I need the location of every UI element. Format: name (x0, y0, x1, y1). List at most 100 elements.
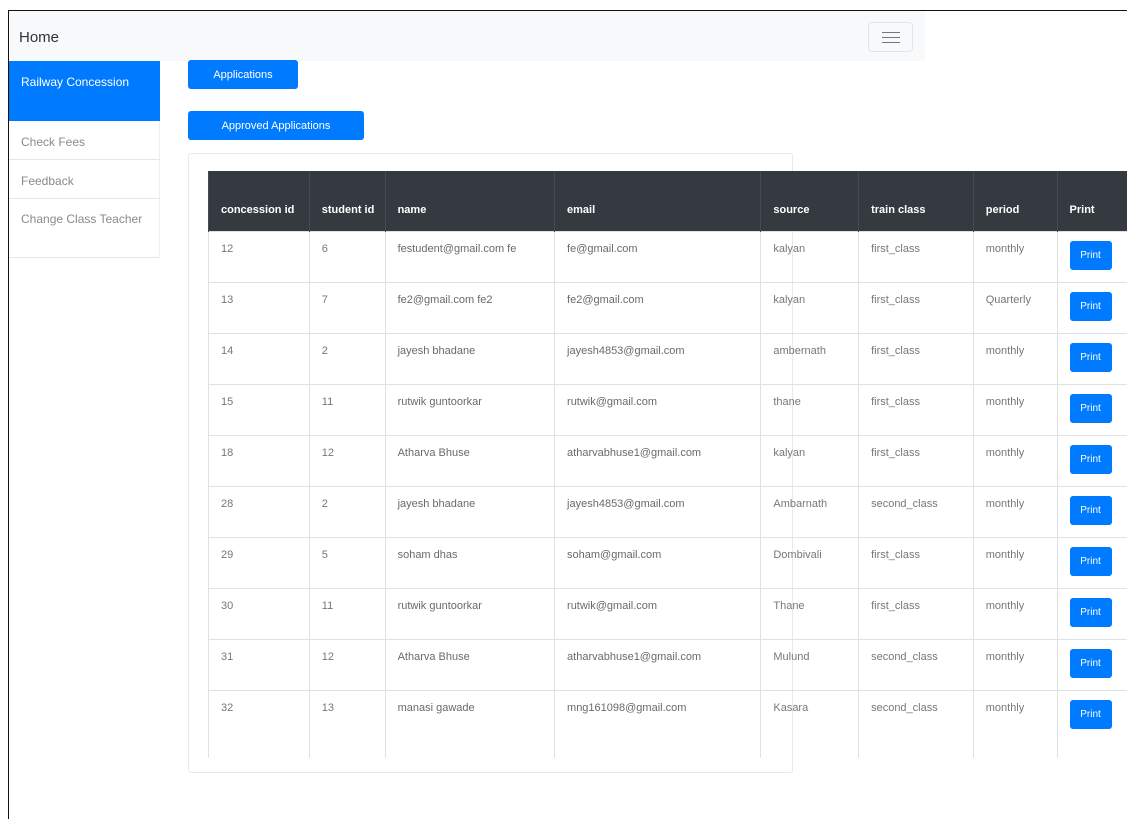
print-button[interactable]: Print (1069, 648, 1112, 678)
cell-source: Dombivali (760, 536, 859, 588)
cell-source: Kasara (760, 689, 859, 758)
cell-name: festudent@gmail.com fe (384, 230, 555, 282)
cell-print: Print (1056, 485, 1127, 537)
sidebar-item-check-fees[interactable]: Check Fees (9, 121, 160, 160)
table-row: 31 12 Atharva Bhuse atharvabhuse1@gmail.com… (208, 638, 1127, 690)
cell-student-id: 12 (308, 638, 386, 690)
print-button[interactable]: Print (1069, 444, 1112, 474)
cell-period: monthly (972, 383, 1058, 435)
cell-concession-id: 29 (208, 536, 310, 588)
cell-concession-id: 31 (208, 638, 310, 690)
cell-email: soham@gmail.com (554, 536, 761, 588)
cell-concession-id: 28 (208, 485, 310, 537)
print-button[interactable]: Print (1069, 393, 1112, 423)
cell-concession-id: 15 (208, 383, 310, 435)
sidebar-item-railway-concession[interactable]: Railway Concession (9, 61, 160, 121)
cell-source: ambernath (760, 332, 859, 384)
cell-train-class: first_class (858, 230, 974, 282)
cell-email: fe2@gmail.com (554, 281, 761, 333)
cell-source: thane (760, 383, 859, 435)
cell-name: rutwik guntoorkar (384, 587, 555, 639)
table-row: 28 2 jayesh bhadane jayesh4853@gmail.com Amb… (208, 485, 1127, 537)
cell-email: atharvabhuse1@gmail.com (554, 434, 761, 486)
approved-applications-button[interactable]: Approved Applications (188, 111, 364, 140)
cell-source: kalyan (760, 434, 859, 486)
cell-name: Atharva Bhuse (384, 638, 555, 690)
print-button[interactable]: Print (1069, 597, 1112, 627)
cell-print: Print (1056, 230, 1127, 282)
top-navbar: Home (9, 11, 925, 61)
cell-print: Print (1056, 332, 1127, 384)
col-header-concession-id: concession id (208, 171, 310, 231)
sidebar: Railway Concession Check Fees Feedback C… (9, 61, 160, 258)
cell-train-class: second_class (858, 638, 974, 690)
cell-period: monthly (972, 536, 1058, 588)
table-row: 18 12 Atharva Bhuse atharvabhuse1@gmail.com… (208, 434, 1127, 486)
cell-period: monthly (972, 332, 1058, 384)
cell-period: monthly (972, 587, 1058, 639)
col-header-email: email (554, 171, 761, 231)
cell-student-id: 7 (308, 281, 386, 333)
cell-print: Print (1056, 587, 1127, 639)
cell-student-id: 11 (308, 383, 386, 435)
table-header-row: concession id student id name email sour… (208, 171, 1127, 231)
cell-name: jayesh bhadane (384, 332, 555, 384)
col-header-train-class: train class (858, 171, 974, 231)
cell-train-class: first_class (858, 587, 974, 639)
col-header-student-id: student id (308, 171, 386, 231)
cell-student-id: 5 (308, 536, 386, 588)
cell-name: soham dhas (384, 536, 555, 588)
cell-period: monthly (972, 638, 1058, 690)
cell-source: Thane (760, 587, 859, 639)
cell-train-class: first_class (858, 383, 974, 435)
print-button[interactable]: Print (1069, 495, 1112, 525)
cell-period: monthly (972, 434, 1058, 486)
cell-concession-id: 14 (208, 332, 310, 384)
hamburger-icon (882, 32, 900, 33)
navbar-toggler-button[interactable] (868, 22, 913, 52)
cell-train-class: first_class (858, 536, 974, 588)
cell-student-id: 2 (308, 332, 386, 384)
cell-student-id: 13 (308, 689, 386, 758)
cell-name: Atharva Bhuse (384, 434, 555, 486)
cell-train-class: second_class (858, 689, 974, 758)
cell-train-class: second_class (858, 485, 974, 537)
table-row: 13 7 fe2@gmail.com fe2 fe2@gmail.com kalyan f… (208, 281, 1127, 333)
cell-student-id: 12 (308, 434, 386, 486)
print-button[interactable]: Print (1069, 240, 1112, 270)
cell-train-class: first_class (858, 281, 974, 333)
cell-period: monthly (972, 230, 1058, 282)
table-row: 29 5 soham dhas soham@gmail.com Dombivali fir… (208, 536, 1127, 588)
cell-concession-id: 13 (208, 281, 310, 333)
print-button[interactable]: Print (1069, 291, 1112, 321)
cell-email: jayesh4853@gmail.com (554, 485, 761, 537)
cell-source: kalyan (760, 230, 859, 282)
col-header-source: source (760, 171, 859, 231)
cell-train-class: first_class (858, 332, 974, 384)
table-row: 12 6 festudent@gmail.com fe fe@gmail.com kal… (208, 230, 1127, 282)
cell-period: monthly (972, 485, 1058, 537)
cell-student-id: 2 (308, 485, 386, 537)
cell-concession-id: 12 (208, 230, 310, 282)
cell-print: Print (1056, 689, 1127, 758)
cell-email: jayesh4853@gmail.com (554, 332, 761, 384)
col-header-print: Print (1056, 171, 1127, 231)
table-row: 15 11 rutwik guntoorkar rutwik@gmail.com tha… (208, 383, 1127, 435)
sidebar-item-change-class-teacher[interactable]: Change Class Teacher (9, 199, 160, 258)
concession-table: concession id student id name email sour… (208, 171, 1127, 758)
table-row: 32 13 manasi gawade mng161098@gmail.com Kasa… (208, 689, 1127, 758)
cell-print: Print (1056, 434, 1127, 486)
print-button[interactable]: Print (1069, 699, 1112, 729)
applications-button[interactable]: Applications (188, 60, 298, 89)
cell-print: Print (1056, 281, 1127, 333)
cell-concession-id: 18 (208, 434, 310, 486)
sidebar-item-feedback[interactable]: Feedback (9, 160, 160, 199)
cell-name: fe2@gmail.com fe2 (384, 281, 555, 333)
print-button[interactable]: Print (1069, 546, 1112, 576)
cell-student-id: 6 (308, 230, 386, 282)
print-button[interactable]: Print (1069, 342, 1112, 372)
cell-source: kalyan (760, 281, 859, 333)
cell-print: Print (1056, 536, 1127, 588)
cell-train-class: first_class (858, 434, 974, 486)
navbar-brand[interactable]: Home (19, 29, 59, 46)
